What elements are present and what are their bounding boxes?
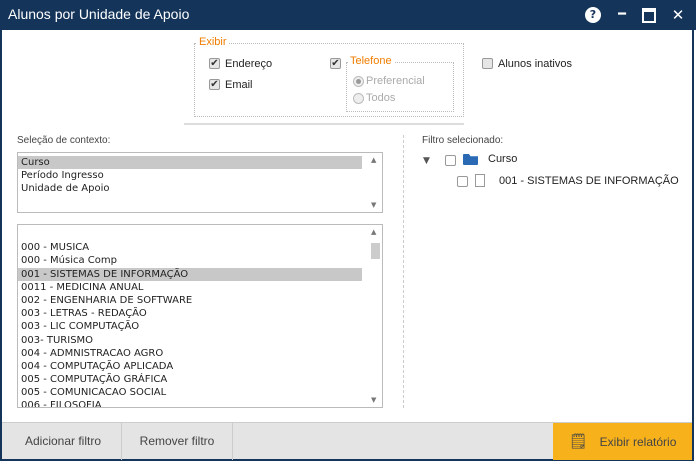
list-item[interactable]: 004 - COMPUTAÇÃO APLICADA bbox=[18, 360, 362, 373]
list-item[interactable]: 002 - ENGENHARIA DE SOFTWARE bbox=[18, 294, 362, 307]
divider bbox=[184, 123, 464, 125]
todos-radio[interactable] bbox=[353, 93, 364, 104]
scrollbar[interactable]: ▲ ▼ bbox=[368, 153, 382, 212]
telefone-legend: Telefone bbox=[348, 55, 394, 67]
filtro-label: Filtro selecionado: bbox=[422, 135, 504, 146]
list-item[interactable] bbox=[18, 228, 362, 241]
tree-child-label[interactable]: 001 - SISTEMAS DE INFORMAÇÃO bbox=[499, 175, 679, 187]
file-icon bbox=[475, 174, 485, 187]
list-item[interactable]: 003- TURISMO bbox=[18, 334, 362, 347]
list-item[interactable]: 001 - SISTEMAS DE INFORMAÇÃO bbox=[18, 267, 362, 281]
list-item[interactable]: 003 - LIC COMPUTAÇÃO bbox=[18, 320, 362, 333]
exibir-relatorio-button[interactable]: 🗒 Exibir relatório bbox=[553, 423, 692, 460]
dialog-window: Alunos por Unidade de Apoio ? ━ ✕ Exibir… bbox=[0, 0, 696, 461]
vertical-divider bbox=[403, 135, 404, 408]
bottom-toolbar: Adicionar filtro Remover filtro 🗒 Exibir … bbox=[2, 422, 692, 460]
list-item[interactable]: Unidade de Apoio bbox=[18, 182, 362, 195]
help-icon[interactable]: ? bbox=[585, 7, 601, 23]
preferencial-label: Preferencial bbox=[366, 75, 425, 87]
scrollbar-thumb[interactable] bbox=[371, 243, 380, 259]
close-icon[interactable]: ✕ bbox=[670, 7, 686, 23]
report-icon: 🗒 bbox=[568, 433, 588, 450]
maximize-icon[interactable] bbox=[642, 8, 656, 23]
list-item[interactable]: 003 - LETRAS - REDAÇÃO bbox=[18, 307, 362, 320]
adicionar-filtro-button[interactable]: Adicionar filtro bbox=[5, 423, 122, 460]
email-label: Email bbox=[225, 79, 253, 91]
endereco-checkbox[interactable]: ✔ bbox=[209, 58, 220, 69]
list-item[interactable]: 000 - MUSICA bbox=[18, 241, 362, 254]
window-title: Alunos por Unidade de Apoio bbox=[8, 6, 190, 22]
list-item[interactable]: Curso bbox=[18, 156, 362, 170]
scrollbar[interactable]: ▲ ▼ bbox=[368, 225, 382, 407]
child-checkbox[interactable] bbox=[457, 176, 468, 187]
contexto-list[interactable]: Curso Período Ingresso Unidade de Apoio … bbox=[17, 152, 383, 213]
preferencial-radio[interactable] bbox=[353, 76, 364, 87]
minimize-icon[interactable]: ━ bbox=[614, 7, 630, 23]
exibir-relatorio-label: Exibir relatório bbox=[599, 435, 677, 449]
list-item[interactable]: 004 - ADMNISTRACAO AGRO bbox=[18, 347, 362, 360]
alunos-inativos-label: Alunos inativos bbox=[498, 58, 572, 70]
list-item[interactable]: 005 - COMPUTAÇÃO GRÁFICA bbox=[18, 373, 362, 386]
curso-checkbox[interactable] bbox=[445, 155, 456, 166]
title-bar: Alunos por Unidade de Apoio ? ━ ✕ bbox=[2, 0, 696, 30]
contexto-label: Seleção de contexto: bbox=[17, 135, 111, 146]
list-item[interactable]: 0011 - MEDICINA ANUAL bbox=[18, 281, 362, 294]
folder-open-icon bbox=[463, 154, 478, 165]
alunos-inativos-checkbox[interactable] bbox=[482, 58, 493, 69]
cursos-list[interactable]: 000 - MUSICA 000 - Música Comp 001 - SISTE… bbox=[17, 224, 383, 408]
email-checkbox[interactable]: ✔ bbox=[209, 79, 220, 90]
exibir-legend: Exibir bbox=[197, 36, 229, 48]
list-item[interactable]: 000 - Música Comp bbox=[18, 254, 362, 267]
remover-filtro-button[interactable]: Remover filtro bbox=[122, 423, 233, 460]
todos-label: Todos bbox=[366, 92, 396, 104]
list-item[interactable]: Período Ingresso bbox=[18, 169, 362, 182]
endereco-label: Endereço bbox=[225, 58, 273, 70]
telefone-checkbox[interactable]: ✔ bbox=[330, 58, 341, 69]
telefone-group bbox=[346, 62, 454, 112]
tree-root-label[interactable]: Curso bbox=[488, 153, 517, 165]
collapse-arrow-icon[interactable]: ▼ bbox=[423, 156, 430, 166]
list-item[interactable]: 005 - COMUNICACAO SOCIAL bbox=[18, 386, 362, 399]
list-item[interactable]: 006 - FILOSOFIA bbox=[18, 399, 362, 407]
